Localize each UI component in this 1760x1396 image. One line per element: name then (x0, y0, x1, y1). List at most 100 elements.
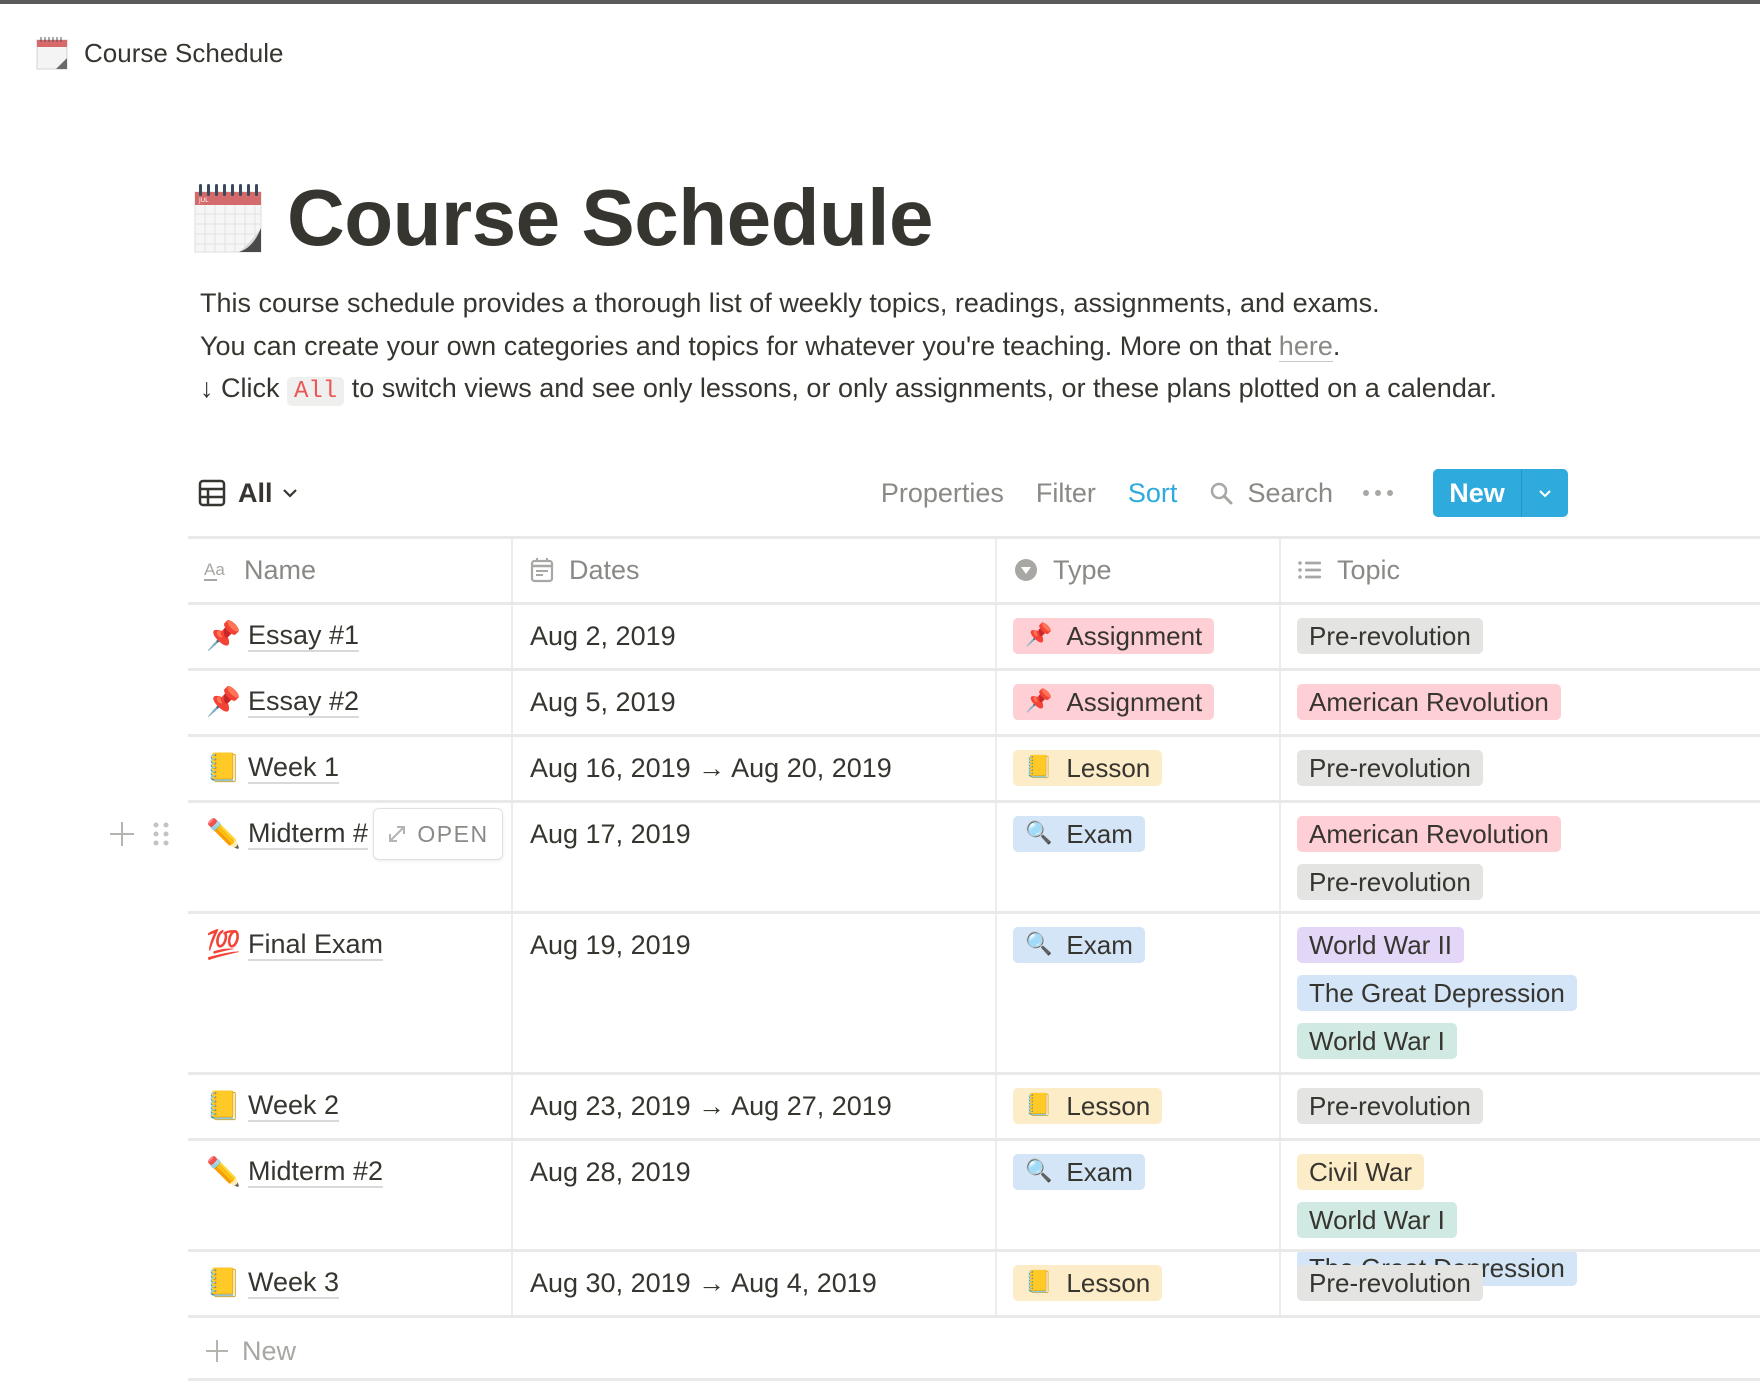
topic-cell[interactable]: World War II The Great Depression World Wa… (1281, 912, 1760, 1073)
row-name[interactable]: Essay #2 (248, 686, 360, 718)
dates-cell[interactable]: Aug 30, 2019 → Aug 4, 2019 (513, 1250, 997, 1316)
page-description: This course schedule provides a thorough… (200, 282, 1497, 414)
sort-button[interactable]: Sort (1128, 478, 1178, 509)
type-tag[interactable]: 🔍 Exam (1013, 1154, 1145, 1190)
column-header-dates[interactable]: Dates (513, 537, 997, 603)
dates-cell[interactable]: Aug 2, 2019 (513, 603, 997, 669)
name-cell[interactable]: 📌 Essay #2 (188, 669, 513, 735)
database-toolbar: All Properties Filter Sort Search New (198, 468, 1568, 518)
table-row[interactable]: 📌 Essay #1 Aug 2, 2019 📌 Assignment Pre-revol… (188, 603, 1760, 669)
topic-tag[interactable]: World War I (1297, 1202, 1457, 1238)
row-name[interactable]: Week 1 (248, 752, 340, 784)
type-tag[interactable]: 📒 Lesson (1013, 750, 1163, 786)
table-row[interactable]: 📒 Week 1 Aug 16, 2019 → Aug 20, 2019 📒 Lesso… (188, 735, 1760, 801)
topic-tag[interactable]: American Revolution (1297, 816, 1561, 852)
topic-tag[interactable]: Pre-revolution (1297, 864, 1483, 900)
topic-tag[interactable]: Pre-revolution (1297, 1265, 1483, 1301)
type-cell[interactable]: 🔍 Exam (997, 912, 1281, 1073)
dates-cell[interactable]: Aug 17, 2019 (513, 801, 997, 912)
topic-tag[interactable]: World War I (1297, 1023, 1457, 1059)
properties-button[interactable]: Properties (881, 478, 1004, 509)
table-row[interactable]: ✏️ Midterm #2 Aug 28, 2019 🔍 Exam Civil War Wo… (188, 1139, 1760, 1286)
table-row[interactable]: 📒 Week 2 Aug 23, 2019 → Aug 27, 2019 📒 Lesso… (188, 1073, 1760, 1139)
type-tag[interactable]: 📒 Lesson (1013, 1088, 1163, 1124)
add-row-icon[interactable] (108, 820, 136, 848)
topic-tag[interactable]: Pre-revolution (1297, 1088, 1483, 1124)
topic-tag[interactable]: The Great Depression (1297, 975, 1577, 1011)
column-header-type[interactable]: Type (997, 537, 1281, 603)
name-cell[interactable]: 📒 Week 2 (188, 1073, 513, 1139)
topic-cell[interactable]: American Revolution (1281, 669, 1760, 735)
open-row-button[interactable]: OPEN (373, 808, 503, 860)
table-divider (188, 602, 1760, 605)
calendar-icon[interactable]: JUL (193, 182, 263, 254)
row-name[interactable]: Week 2 (248, 1090, 340, 1122)
view-switcher[interactable]: All (198, 476, 299, 510)
type-cell[interactable]: 📌 Assignment (997, 603, 1281, 669)
topic-tag[interactable]: American Revolution (1297, 684, 1561, 720)
toolbar-actions: Properties Filter Sort Search New (849, 468, 1568, 518)
search-button[interactable]: Search (1209, 478, 1333, 509)
type-tag[interactable]: 🔍 Exam (1013, 927, 1145, 963)
type-cell[interactable]: 📌 Assignment (997, 669, 1281, 735)
name-cell[interactable]: ✏️ Midterm #2 (188, 1139, 513, 1250)
name-cell[interactable]: 📒 Week 1 (188, 735, 513, 801)
topic-cell[interactable]: Pre-revolution (1281, 1073, 1760, 1139)
table-row[interactable]: 📌 Essay #2 Aug 5, 2019 📌 Assignment American … (188, 669, 1760, 735)
dates-cell[interactable]: Aug 23, 2019 → Aug 27, 2019 (513, 1073, 997, 1139)
name-cell[interactable]: 📒 Week 3 (188, 1250, 513, 1316)
row-name[interactable]: Midterm #2 (248, 1156, 384, 1188)
row-name[interactable]: Essay #1 (248, 620, 360, 652)
type-cell[interactable]: 🔍 Exam (997, 801, 1281, 912)
new-dropdown-button[interactable] (1522, 469, 1568, 517)
type-cell[interactable]: 🔍 Exam (997, 1139, 1281, 1250)
topic-tag[interactable]: Pre-revolution (1297, 618, 1483, 654)
topic-cell[interactable]: Pre-revolution (1281, 735, 1760, 801)
topic-tag[interactable]: World War II (1297, 927, 1465, 963)
select-icon (1015, 559, 1037, 581)
filter-button[interactable]: Filter (1036, 478, 1096, 509)
page-title[interactable]: Course Schedule (287, 170, 934, 266)
type-cell[interactable]: 📒 Lesson (997, 1073, 1281, 1139)
drag-handle-icon[interactable] (152, 820, 170, 848)
name-cell[interactable]: 💯 Final Exam (188, 912, 513, 1073)
type-label: Assignment (1066, 620, 1203, 651)
name-wrap: ✏️ Midterm #2 (188, 1139, 511, 1205)
table-row[interactable]: 💯 Final Exam Aug 19, 2019 🔍 Exam World War II… (188, 912, 1760, 1073)
svg-text:JUL: JUL (198, 197, 209, 204)
topic-cell[interactable]: American Revolution Pre-revolution (1281, 801, 1760, 912)
topic-tag[interactable]: Civil War (1297, 1154, 1425, 1190)
table-row[interactable]: 📒 Week 3 Aug 30, 2019 → Aug 4, 2019 📒 Lesson… (188, 1250, 1760, 1316)
name-wrap: 📒 Week 3 (188, 1250, 511, 1316)
type-emoji-icon: 📌 (1025, 689, 1053, 714)
topic-tag[interactable]: Pre-revolution (1297, 750, 1483, 786)
topic-cell[interactable]: Civil WarWorld War IThe Great Depression (1281, 1139, 1760, 1286)
name-cell[interactable]: 📌 Essay #1 (188, 603, 513, 669)
type-tag[interactable]: 📌 Assignment (1013, 684, 1215, 720)
type-cell[interactable]: 📒 Lesson (997, 1250, 1281, 1316)
here-link[interactable]: here (1278, 330, 1333, 362)
new-button[interactable]: New (1433, 469, 1522, 517)
column-label: Topic (1337, 554, 1401, 585)
type-cell[interactable]: 📒 Lesson (997, 735, 1281, 801)
row-name[interactable]: Midterm # (248, 818, 369, 850)
type-tag[interactable]: 📌 Assignment (1013, 618, 1215, 654)
type-emoji-icon: 📌 (1025, 623, 1053, 648)
dates-cell[interactable]: Aug 19, 2019 (513, 912, 997, 1073)
topic-cell[interactable]: Pre-revolution (1281, 603, 1760, 669)
breadcrumb[interactable]: Course Schedule (36, 34, 283, 72)
type-tag[interactable]: 📒 Lesson (1013, 1265, 1163, 1301)
column-header-name[interactable]: Aa Name (188, 537, 513, 603)
add-new-row-button[interactable]: New (188, 1320, 1760, 1382)
dates-cell[interactable]: Aug 28, 2019 (513, 1139, 997, 1250)
topic-cell[interactable]: Pre-revolution (1281, 1250, 1760, 1316)
more-options-icon[interactable] (1363, 483, 1393, 503)
row-emoji-icon: 💯 (206, 928, 241, 961)
row-name[interactable]: Final Exam (248, 929, 384, 961)
column-header-topic[interactable]: Topic (1281, 537, 1760, 603)
breadcrumb-title[interactable]: Course Schedule (84, 38, 283, 69)
row-name[interactable]: Week 3 (248, 1267, 340, 1299)
type-tag[interactable]: 🔍 Exam (1013, 816, 1145, 852)
dates-cell[interactable]: Aug 16, 2019 → Aug 20, 2019 (513, 735, 997, 801)
dates-cell[interactable]: Aug 5, 2019 (513, 669, 997, 735)
